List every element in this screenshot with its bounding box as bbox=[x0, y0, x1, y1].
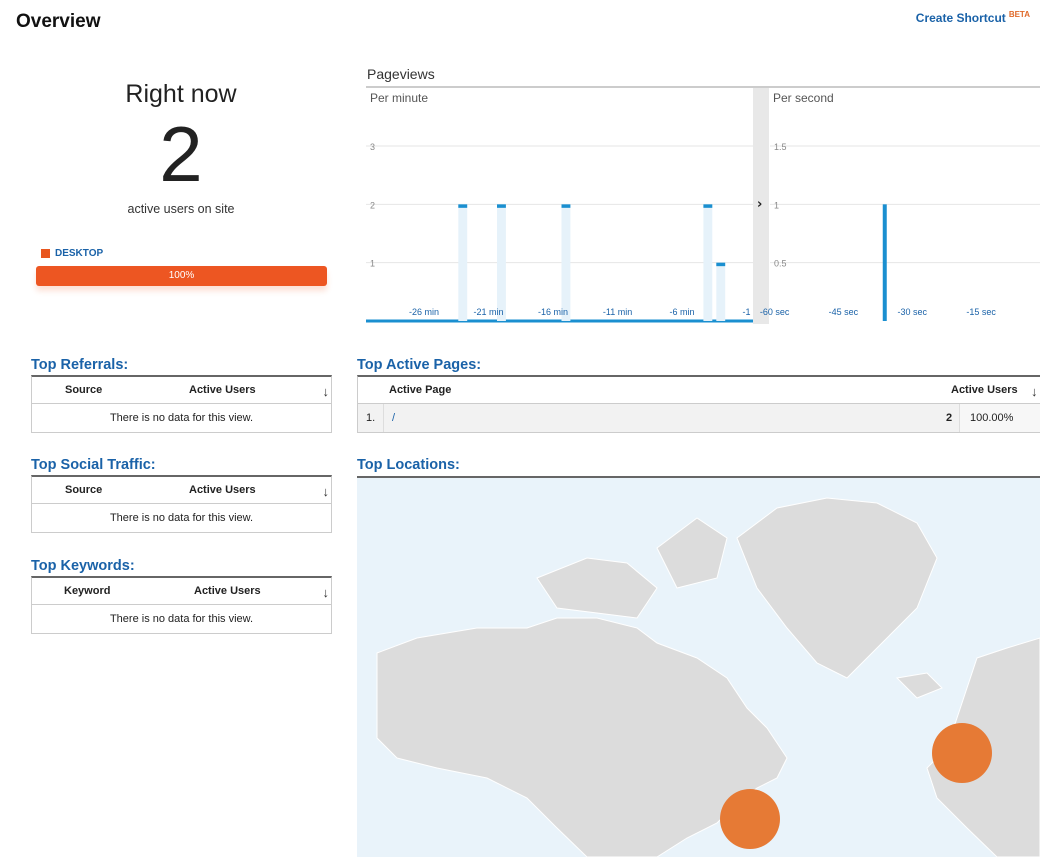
top-social-title: Top Social Traffic: bbox=[31, 457, 156, 473]
create-shortcut-link[interactable]: Create Shortcut BETA bbox=[916, 10, 1030, 25]
iceland-shape bbox=[895, 672, 943, 699]
x-tick-label: -6 min bbox=[670, 307, 695, 317]
active-users-label: active users on site bbox=[127, 202, 235, 216]
bar-highlight bbox=[561, 204, 571, 321]
sort-down-icon[interactable]: ↓ bbox=[323, 585, 330, 600]
bar[interactable] bbox=[882, 204, 887, 321]
bar-highlight bbox=[458, 204, 468, 321]
x-tick-label: -26 min bbox=[409, 307, 439, 317]
bar[interactable] bbox=[458, 204, 468, 208]
x-tick-label: -60 sec bbox=[760, 307, 790, 317]
pageviews-chart: Per minute 1 2 3 -26 min -21 min -16 min -11 m… bbox=[366, 86, 1040, 324]
row-percent: 100.00% bbox=[970, 412, 1014, 424]
row-users: 2 bbox=[946, 412, 953, 424]
active-users-column-header[interactable]: Active Users bbox=[189, 384, 256, 396]
per-minute-label: Per minute bbox=[370, 91, 428, 105]
greenland-shape bbox=[736, 497, 938, 679]
bar-highlight bbox=[716, 262, 726, 321]
beta-badge: BETA bbox=[1008, 10, 1030, 19]
x-tick-label: -15 sec bbox=[966, 307, 996, 317]
expand-arrow-icon[interactable]: › bbox=[757, 197, 762, 212]
arctic-island-shape bbox=[656, 517, 728, 589]
table-header: Keyword Active Users ↓ bbox=[32, 578, 331, 605]
top-social-table: Source Active Users ↓ There is no data f… bbox=[31, 475, 332, 533]
right-now-title: Right now bbox=[125, 80, 237, 108]
top-keywords-table: Keyword Active Users ↓ There is no data … bbox=[31, 576, 332, 634]
table-header: Active Page Active Users ↓ bbox=[358, 377, 1040, 404]
active-users-column-header[interactable]: Active Users bbox=[189, 484, 256, 496]
empty-message: There is no data for this view. bbox=[109, 512, 254, 524]
bar-highlight bbox=[497, 204, 506, 321]
sort-down-icon[interactable]: ↓ bbox=[1031, 384, 1038, 399]
x-tick-label: -45 sec bbox=[829, 307, 859, 317]
active-users-column-header[interactable]: Active Users bbox=[194, 585, 261, 597]
bar[interactable] bbox=[703, 204, 713, 208]
desktop-legend-label[interactable]: DESKTOP bbox=[55, 248, 103, 259]
y-tick-label: 1 bbox=[370, 259, 375, 269]
desktop-legend-swatch bbox=[41, 249, 50, 258]
x-tick-label: -11 min bbox=[603, 307, 632, 317]
top-active-pages-table: Active Page Active Users ↓ 1. / 2 100.00… bbox=[357, 375, 1040, 433]
row-rank: 1. bbox=[366, 412, 376, 424]
bar[interactable] bbox=[716, 262, 726, 267]
create-shortcut-label[interactable]: Create Shortcut bbox=[916, 11, 1006, 25]
sort-down-icon[interactable]: ↓ bbox=[323, 384, 330, 399]
empty-message: There is no data for this view. bbox=[109, 412, 254, 424]
table-header: Source Active Users ↓ bbox=[32, 377, 331, 404]
bar[interactable] bbox=[497, 204, 506, 208]
per-minute-chart: Per minute 1 2 3 -26 min -21 min -16 min -11 m… bbox=[366, 91, 753, 323]
table-row[interactable]: 1. / 2 100.00% bbox=[358, 404, 1040, 432]
keyword-column-header[interactable]: Keyword bbox=[64, 585, 110, 597]
y-tick-label: 3 bbox=[370, 142, 375, 152]
source-column-header[interactable]: Source bbox=[65, 384, 102, 396]
y-tick-label: 1 bbox=[774, 200, 779, 210]
x-tick-label: -16 min bbox=[538, 307, 568, 317]
sort-down-icon[interactable]: ↓ bbox=[323, 484, 330, 499]
y-tick-label: 1.5 bbox=[774, 142, 787, 152]
top-keywords-title: Top Keywords: bbox=[31, 558, 135, 574]
source-column-header[interactable]: Source bbox=[65, 484, 102, 496]
x-tick-label: -1 bbox=[743, 307, 751, 317]
arctic-islands-shape bbox=[536, 557, 658, 619]
bar-highlight bbox=[703, 204, 713, 321]
per-second-chart: Per second 0.5 1 1.5 -60 sec -45 sec -30 sec -… bbox=[760, 91, 1040, 321]
table-header: Source Active Users ↓ bbox=[32, 477, 331, 504]
x-tick-label: -21 min bbox=[474, 307, 504, 317]
per-second-label: Per second bbox=[773, 91, 834, 105]
bar[interactable] bbox=[561, 204, 571, 208]
y-tick-label: 2 bbox=[370, 200, 375, 210]
top-active-pages-title: Top Active Pages: bbox=[357, 357, 482, 373]
active-page-column-header[interactable]: Active Page bbox=[389, 384, 451, 396]
active-users-column-header[interactable]: Active Users bbox=[951, 384, 1018, 396]
location-marker-europe[interactable] bbox=[932, 723, 992, 783]
empty-message: There is no data for this view. bbox=[109, 613, 254, 625]
device-percent-bar[interactable]: 100% bbox=[36, 266, 327, 286]
page-title: Overview bbox=[16, 11, 101, 32]
active-users-count: 2 bbox=[159, 110, 203, 198]
x-tick-label: -30 sec bbox=[898, 307, 928, 317]
active-page-link[interactable]: / bbox=[392, 412, 395, 424]
top-locations-title: Top Locations: bbox=[357, 457, 460, 473]
top-referrals-title: Top Referrals: bbox=[31, 357, 129, 373]
location-marker-us-south[interactable] bbox=[720, 789, 780, 849]
locations-map[interactable] bbox=[357, 476, 1040, 857]
y-tick-label: 0.5 bbox=[774, 259, 787, 269]
top-referrals-table: Source Active Users ↓ There is no data f… bbox=[31, 375, 332, 433]
pageviews-title: Pageviews bbox=[367, 66, 435, 82]
